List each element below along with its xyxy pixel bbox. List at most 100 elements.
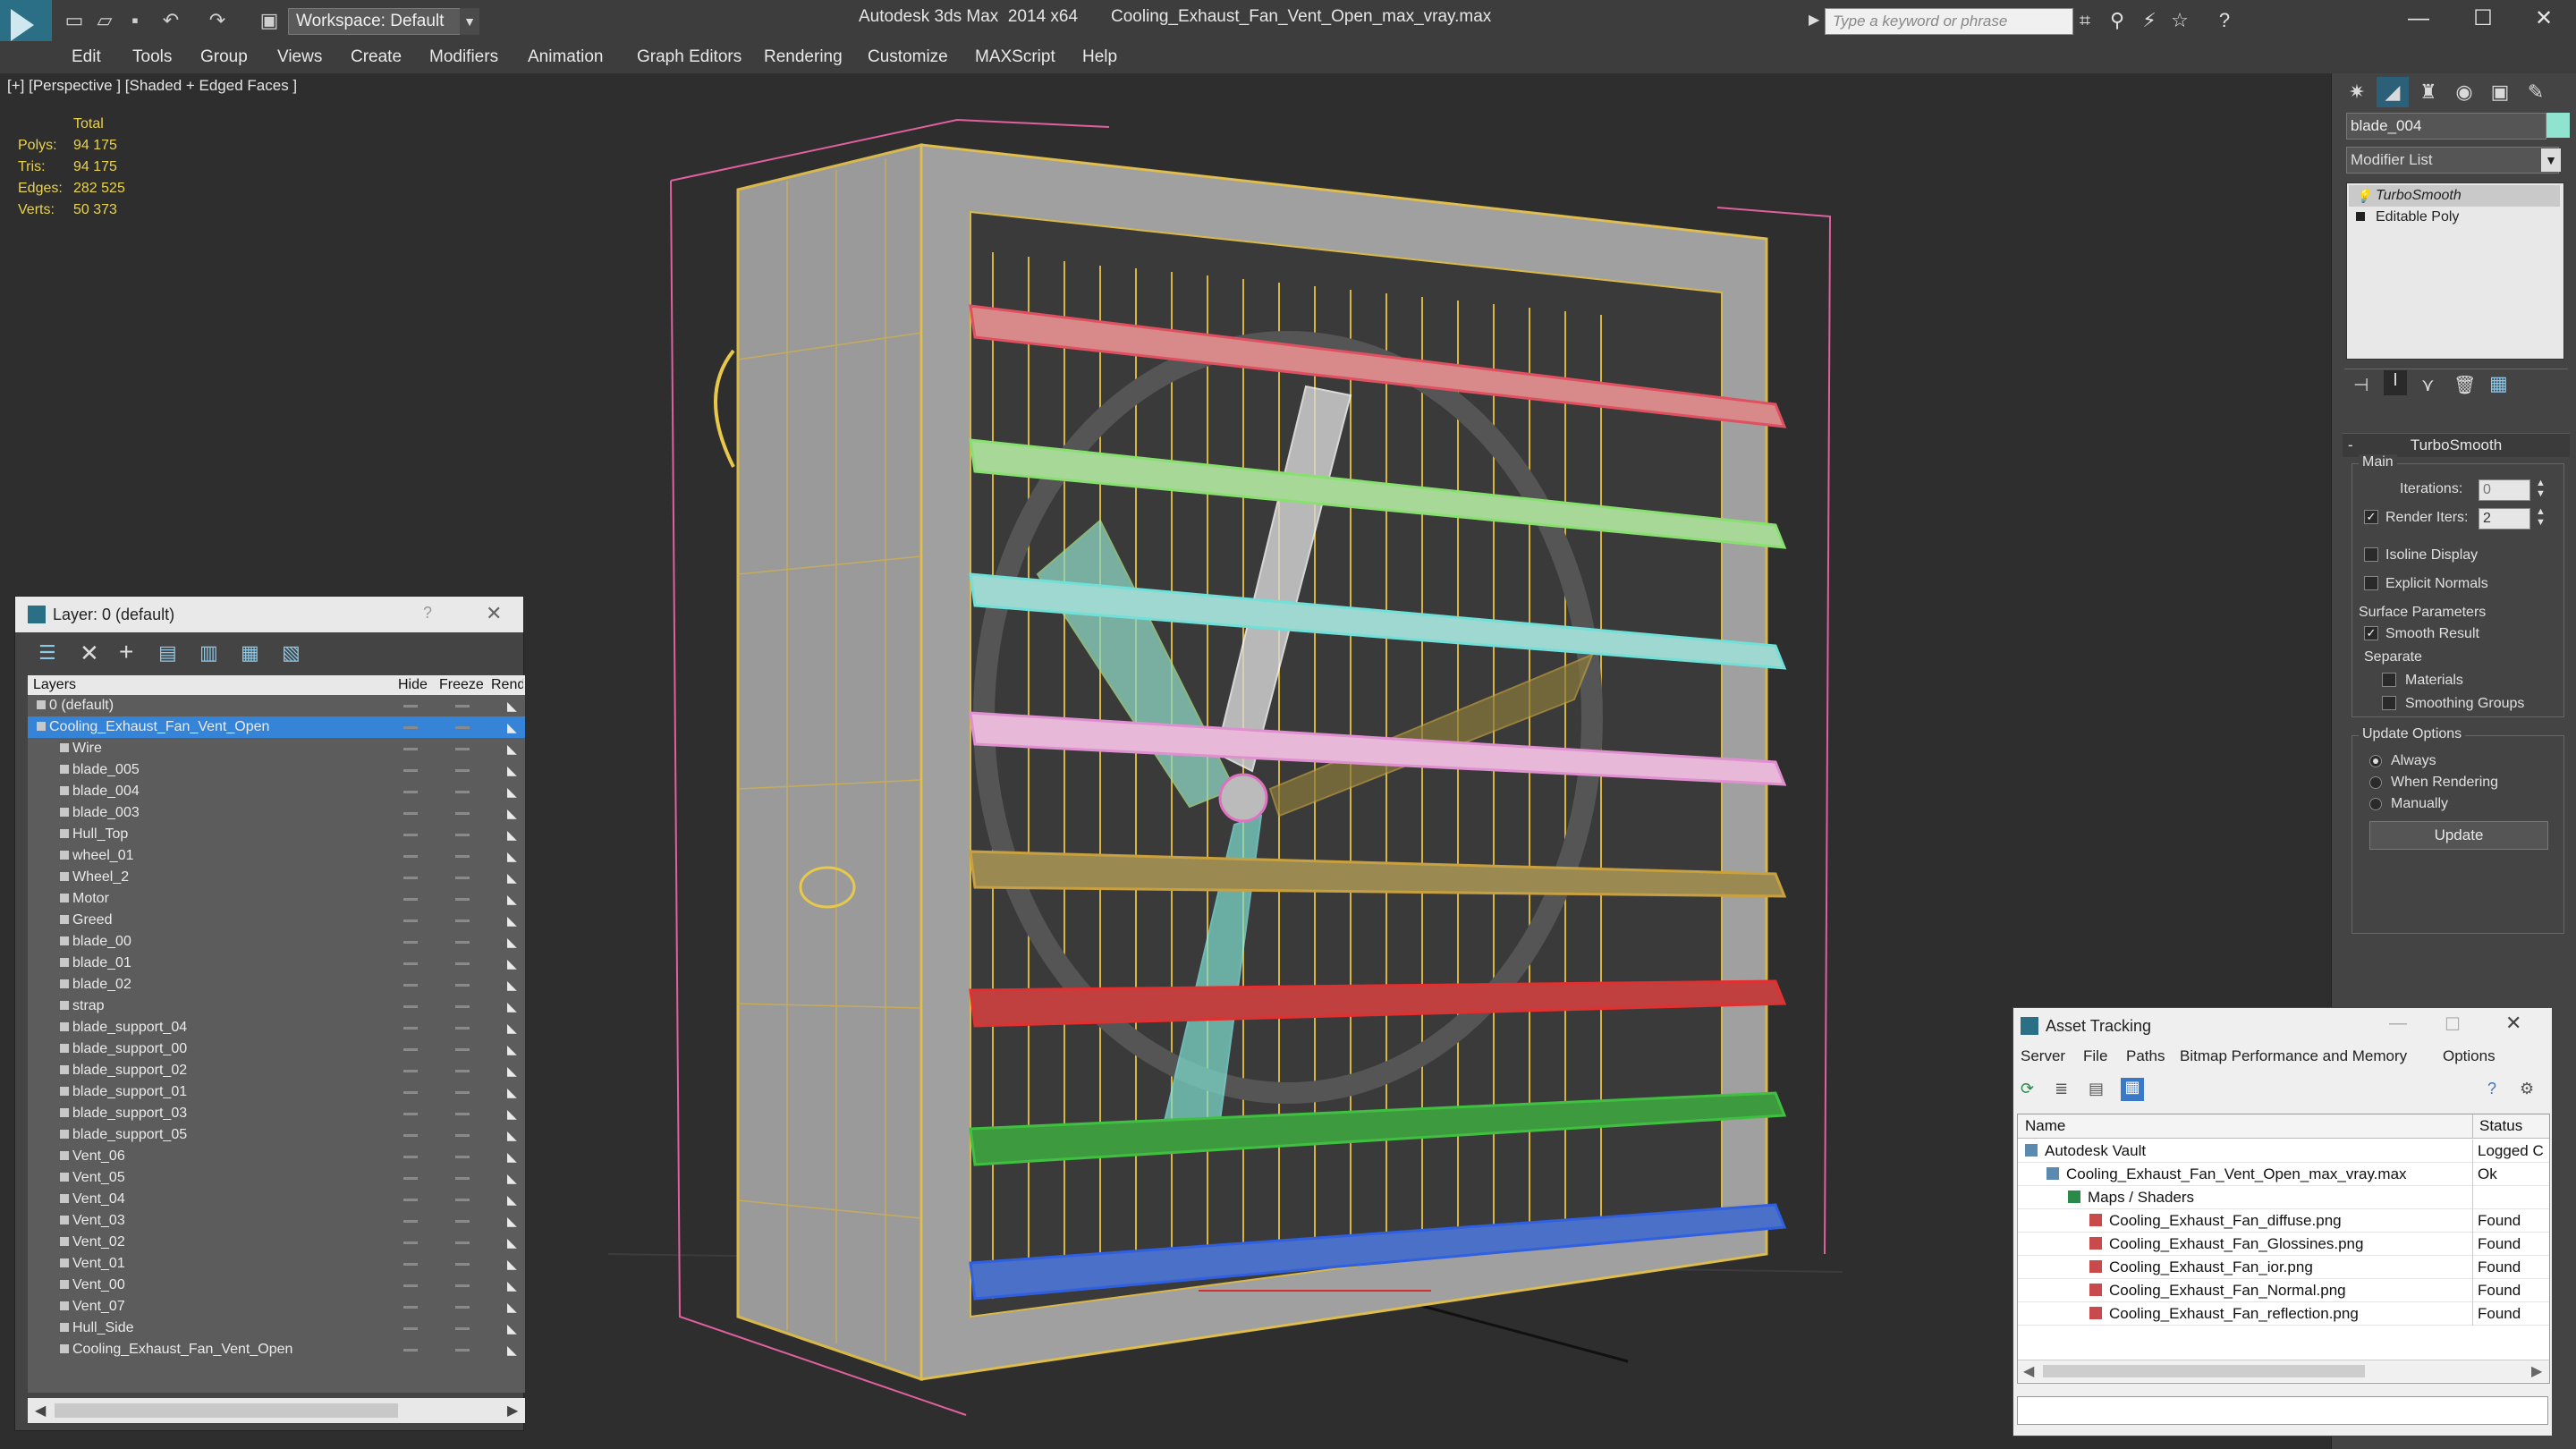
render-teapot-icon[interactable]: ◣ (507, 867, 517, 888)
asset-row[interactable]: Maps / Shaders (2018, 1186, 2549, 1209)
materials-checkbox[interactable] (2382, 673, 2396, 687)
layer-row[interactable]: wheel_01 ◣ (28, 845, 525, 867)
toggle-dash[interactable] (403, 855, 418, 858)
toggle-dash[interactable] (403, 1005, 418, 1008)
column-status[interactable]: Status (2479, 1117, 2522, 1135)
pin-stack-icon[interactable]: ⊣ (2353, 374, 2368, 396)
close-button[interactable]: ✕ (2505, 1012, 2521, 1035)
manually-radio[interactable] (2369, 798, 2382, 810)
asset-row[interactable]: Cooling_Exhaust_Fan_diffuse.png Found (2018, 1209, 2549, 1233)
smoothing-groups-checkbox[interactable] (2382, 696, 2396, 710)
hierarchy-tab-icon[interactable]: ♜ (2412, 77, 2445, 107)
stack-item-editable-poly[interactable]: Editable Poly (2349, 207, 2560, 228)
column-name[interactable]: Name (2025, 1117, 2065, 1135)
select-objects-icon[interactable]: ▤ (158, 641, 177, 665)
scroll-right-icon[interactable]: ▶ (507, 1402, 518, 1419)
render-teapot-icon[interactable]: ◣ (507, 931, 517, 953)
close-button[interactable]: ✕ (2512, 0, 2576, 39)
layer-row[interactable]: blade_00 ◣ (28, 931, 525, 953)
help-icon[interactable]: ? (2213, 9, 2236, 32)
render-teapot-icon[interactable]: ◣ (507, 1318, 517, 1339)
table-view-icon[interactable]: ▦ (2121, 1078, 2144, 1101)
render-teapot-icon[interactable]: ◣ (507, 824, 517, 845)
toggle-dash[interactable] (455, 1048, 470, 1051)
layer-row[interactable]: blade_support_01 ◣ (28, 1081, 525, 1103)
render-teapot-icon[interactable]: ◣ (507, 1339, 517, 1360)
toggle-dash[interactable] (455, 1263, 470, 1266)
toggle-dash[interactable] (455, 834, 470, 836)
layer-row[interactable]: blade_support_04 ◣ (28, 1017, 525, 1038)
toggle-dash[interactable] (455, 941, 470, 944)
show-end-result-icon[interactable]: I (2384, 370, 2407, 395)
toggle-dash[interactable] (455, 1134, 470, 1137)
asset-row[interactable]: Cooling_Exhaust_Fan_Normal.png Found (2018, 1279, 2549, 1302)
toggle-dash[interactable] (403, 1113, 418, 1115)
thumbnail-view-icon[interactable]: ▤ (2089, 1080, 2104, 1098)
add-to-layer-icon[interactable]: + (119, 638, 133, 666)
toggle-dash[interactable] (455, 1241, 470, 1244)
maximize-button[interactable]: ☐ (2451, 0, 2515, 39)
toggle-dash[interactable] (403, 1349, 418, 1352)
render-teapot-icon[interactable]: ◣ (507, 695, 517, 716)
refresh-icon[interactable]: ⟳ (2021, 1080, 2034, 1098)
menu-maxscript[interactable]: MAXScript (975, 41, 1055, 73)
toggle-dash[interactable] (455, 1070, 470, 1072)
asset-row[interactable]: Cooling_Exhaust_Fan_Vent_Open_max_vray.m… (2018, 1163, 2549, 1186)
layer-row[interactable]: blade_005 ◣ (28, 759, 525, 781)
horizontal-scrollbar[interactable]: ◀ ▶ (2018, 1360, 2549, 1382)
toggle-dash[interactable] (403, 726, 418, 729)
settings-icon[interactable]: ⚙ (2520, 1080, 2534, 1098)
render-teapot-icon[interactable]: ◣ (507, 781, 517, 802)
toggle-dash[interactable] (455, 1177, 470, 1180)
toggle-dash[interactable] (403, 1306, 418, 1309)
layer-row[interactable]: Cooling_Exhaust_Fan_Vent_Open ◣ (28, 716, 525, 738)
scroll-thumb[interactable] (2043, 1365, 2365, 1377)
binoculars-icon[interactable]: ⌗ (2073, 9, 2097, 32)
undo-icon[interactable]: ↶ (159, 9, 182, 32)
new-file-icon[interactable]: ▭ (63, 9, 86, 32)
layer-row[interactable]: Motor ◣ (28, 888, 525, 910)
toggle-dash[interactable] (403, 1284, 418, 1287)
spinner-arrows-icon[interactable]: ▲ ▼ (2536, 478, 2546, 499)
asset-row[interactable]: Autodesk Vault Logged C (2018, 1140, 2549, 1163)
toggle-dash[interactable] (403, 1220, 418, 1223)
delete-layer-icon[interactable]: ✕ (80, 640, 99, 667)
layer-row[interactable]: blade_support_00 ◣ (28, 1038, 525, 1060)
menu-help[interactable]: Help (1082, 41, 1117, 73)
close-icon[interactable]: ✕ (486, 602, 502, 625)
motion-tab-icon[interactable]: ◉ (2448, 77, 2480, 107)
toggle-dash[interactable] (403, 941, 418, 944)
minimize-button[interactable]: — (2389, 1013, 2407, 1034)
utilities-tab-icon[interactable]: ✎ (2520, 77, 2552, 107)
asset-path-field[interactable] (2017, 1396, 2548, 1425)
render-teapot-icon[interactable]: ◣ (507, 1017, 517, 1038)
toggle-dash[interactable] (455, 877, 470, 879)
render-teapot-icon[interactable]: ◣ (507, 1038, 517, 1060)
update-button[interactable]: Update (2369, 821, 2548, 850)
toggle-dash[interactable] (403, 834, 418, 836)
layer-row[interactable]: Vent_02 ◣ (28, 1232, 525, 1253)
toggle-dash[interactable] (403, 962, 418, 965)
render-teapot-icon[interactable]: ◣ (507, 1060, 517, 1081)
layer-row[interactable]: blade_004 ◣ (28, 781, 525, 802)
render-teapot-icon[interactable]: ◣ (507, 1189, 517, 1210)
column-render[interactable]: Rend (491, 677, 523, 693)
toggle-dash[interactable] (403, 898, 418, 901)
render-teapot-icon[interactable]: ◣ (507, 1210, 517, 1232)
layer-row[interactable]: Greed ◣ (28, 910, 525, 931)
render-teapot-icon[interactable]: ◣ (507, 738, 517, 759)
always-radio[interactable] (2369, 755, 2382, 767)
scroll-left-icon[interactable]: ◀ (35, 1402, 46, 1419)
modify-tab-icon[interactable]: ◢ (2377, 77, 2409, 107)
toggle-dash[interactable] (455, 791, 470, 793)
workspace-dropdown[interactable]: Workspace: Default (288, 8, 476, 35)
display-tab-icon[interactable]: ▣ (2484, 77, 2516, 107)
render-teapot-icon[interactable]: ◣ (507, 802, 517, 824)
toggle-dash[interactable] (403, 791, 418, 793)
toggle-dash[interactable] (403, 1027, 418, 1030)
object-color-swatch[interactable] (2546, 113, 2570, 138)
toggle-dash[interactable] (403, 1156, 418, 1158)
layer-row[interactable]: 0 (default) ◣ (28, 695, 525, 716)
toggle-dash[interactable] (455, 705, 470, 708)
configure-sets-icon[interactable]: ▦ (2489, 372, 2508, 395)
